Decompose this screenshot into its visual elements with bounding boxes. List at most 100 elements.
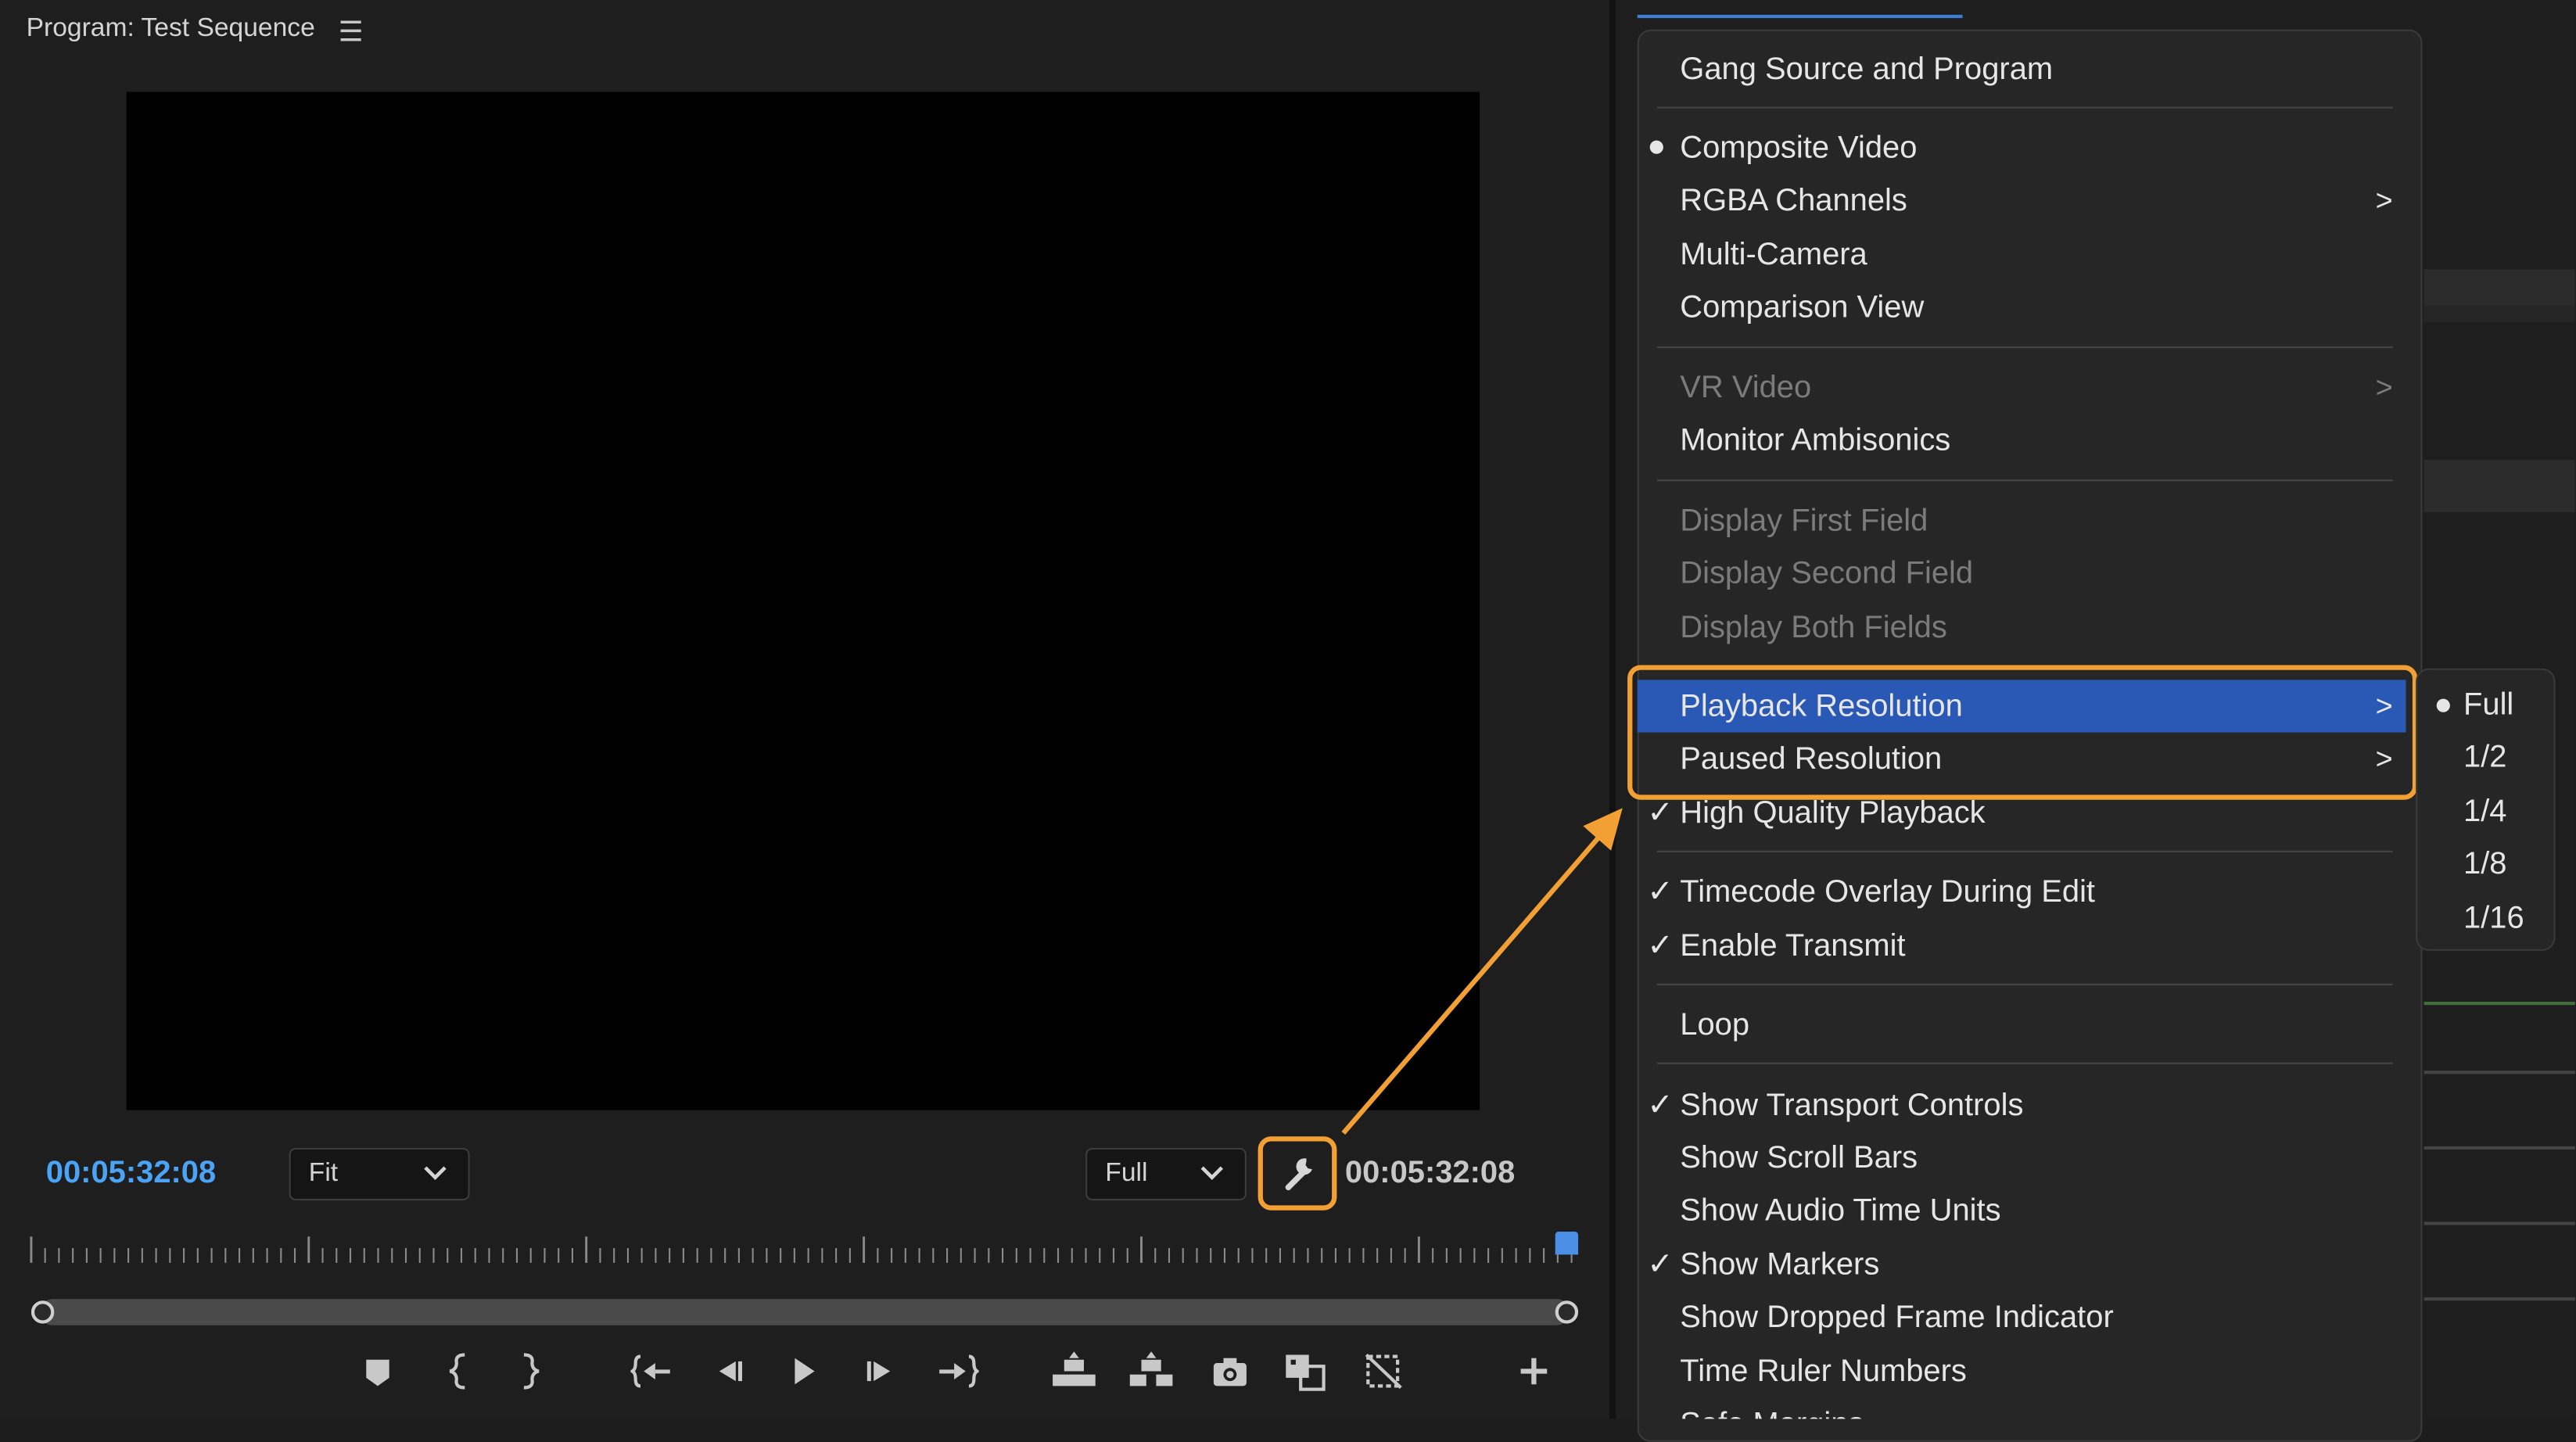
timeline-track-header — [2424, 269, 2575, 306]
menu-item-label: Multi-Camera — [1680, 238, 1867, 273]
duration-timecode: 00:05:32:08 — [1344, 1156, 1516, 1191]
menu-item-label: VR Video — [1680, 371, 1812, 406]
go-to-out-icon[interactable] — [930, 1350, 985, 1396]
scroll-bar-left-handle[interactable] — [30, 1300, 55, 1324]
menu-item-label: Time Ruler Numbers — [1680, 1354, 1967, 1390]
menu-item-label: Timecode Overlay During Edit — [1680, 875, 2096, 910]
menu-item-label: Loop — [1680, 1008, 1750, 1043]
submenu-item-half[interactable]: 1/2 — [2416, 733, 2556, 785]
menu-item-label: Display Both Fields — [1680, 611, 1947, 646]
menu-item-gang-source-and-program[interactable]: Gang Source and Program — [1638, 43, 2423, 95]
menu-item-enable-transmit[interactable]: ✓ Enable Transmit — [1638, 920, 2423, 972]
checkmark-icon: ✓ — [1647, 929, 1674, 964]
menu-item-label: Display Second Field — [1680, 556, 1974, 591]
menu-item-display-second-field: Display Second Field — [1638, 547, 2423, 599]
menu-separator — [1656, 346, 2393, 349]
timeline-track-line — [2424, 1221, 2575, 1225]
zoom-level-value: Fit — [308, 1159, 339, 1188]
timeline-track-line — [2424, 1071, 2575, 1074]
radio-bullet-icon: ● — [2434, 687, 2453, 723]
menu-item-label: RGBA Channels — [1680, 184, 1907, 219]
menu-item-rgba-channels[interactable]: RGBA Channels > — [1638, 174, 2423, 227]
checkmark-icon: ✓ — [1647, 1247, 1674, 1283]
resolution-items-highlight — [1627, 665, 2418, 800]
zoom-level-dropdown[interactable]: Fit — [289, 1147, 470, 1201]
menu-item-timecode-overlay[interactable]: ✓ Timecode Overlay During Edit — [1638, 866, 2423, 918]
submenu-item-sixteenth[interactable]: 1/16 — [2416, 893, 2556, 945]
menu-item-show-markers[interactable]: ✓ Show Markers — [1638, 1238, 2423, 1290]
checkmark-icon: ✓ — [1647, 1089, 1674, 1124]
mark-out-icon[interactable] — [501, 1350, 557, 1396]
step-forward-icon[interactable] — [852, 1350, 908, 1396]
playback-resolution-dropdown[interactable]: Full — [1085, 1147, 1247, 1201]
chevron-down-icon — [422, 1156, 449, 1195]
submenu-item-eighth[interactable]: 1/8 — [2416, 839, 2556, 891]
submenu-item-label: 1/2 — [2463, 741, 2507, 776]
chevron-right-icon: > — [2375, 371, 2393, 404]
active-tab-indicator — [1637, 14, 1963, 19]
menu-item-show-transport-controls[interactable]: ✓ Show Transport Controls — [1638, 1079, 2423, 1132]
chevron-down-icon — [1199, 1156, 1225, 1195]
menu-item-monitor-ambisonics[interactable]: Monitor Ambisonics — [1638, 414, 2423, 466]
go-to-in-icon[interactable] — [624, 1350, 680, 1396]
menu-item-label: High Quality Playback — [1680, 796, 1986, 831]
chevron-right-icon: > — [2375, 184, 2393, 217]
menu-item-label: Show Scroll Bars — [1680, 1141, 1918, 1176]
export-frame-icon[interactable] — [1202, 1350, 1258, 1396]
menu-item-label: Show Audio Time Units — [1680, 1193, 2001, 1229]
extract-icon[interactable] — [1123, 1350, 1179, 1396]
toggle-proxies-icon[interactable] — [1357, 1350, 1412, 1396]
menu-item-show-dropped-frame-indicator[interactable]: Show Dropped Frame Indicator — [1638, 1291, 2423, 1343]
menu-item-show-audio-time-units[interactable]: Show Audio Time Units — [1638, 1184, 2423, 1236]
playhead-timecode[interactable]: 00:05:32:08 — [46, 1156, 216, 1192]
submenu-item-label: 1/8 — [2463, 847, 2507, 882]
submenu-item-full[interactable]: ● Full — [2416, 680, 2556, 732]
menu-item-show-scroll-bars[interactable]: Show Scroll Bars — [1638, 1132, 2423, 1184]
menu-separator — [1656, 106, 2393, 109]
menu-item-display-first-field: Display First Field — [1638, 494, 2423, 547]
checkmark-icon: ✓ — [1647, 875, 1674, 910]
scroll-bar-right-handle[interactable] — [1555, 1300, 1579, 1324]
menu-item-loop[interactable]: Loop — [1638, 999, 2423, 1051]
lift-icon[interactable] — [1046, 1350, 1102, 1396]
playhead-marker[interactable] — [1555, 1231, 1579, 1255]
add-marker-icon[interactable] — [350, 1350, 405, 1396]
add-button-icon[interactable] — [1506, 1350, 1562, 1396]
menu-separator — [1656, 479, 2393, 482]
menu-item-label: Gang Source and Program — [1680, 52, 2054, 88]
menu-item-label: Show Transport Controls — [1680, 1089, 2024, 1124]
menu-item-multi-camera[interactable]: Multi-Camera — [1638, 228, 2423, 281]
menu-item-composite-video[interactable]: ● Composite Video — [1638, 121, 2423, 174]
submenu-item-label: Full — [2463, 687, 2514, 723]
zoom-scroll-bar[interactable] — [39, 1299, 1570, 1325]
timeline-track-header — [2424, 305, 2575, 322]
play-icon[interactable] — [775, 1350, 831, 1396]
mark-in-icon[interactable] — [432, 1350, 487, 1396]
menu-item-comparison-view[interactable]: Comparison View — [1638, 281, 2423, 333]
submenu-item-quarter[interactable]: 1/4 — [2416, 787, 2556, 839]
menu-item-label: Show Dropped Frame Indicator — [1680, 1300, 2114, 1336]
menu-separator — [1656, 983, 2393, 985]
timeline-track-header — [2424, 460, 2575, 513]
menu-separator — [1656, 1062, 2393, 1064]
panel-divider[interactable] — [1609, 0, 1616, 1419]
time-ruler[interactable] — [30, 1232, 1580, 1264]
menu-item-label: Comparison View — [1680, 290, 1925, 325]
video-preview — [126, 91, 1480, 1110]
timeline-track-line — [2424, 1146, 2575, 1150]
settings-button-highlight — [1258, 1136, 1337, 1211]
step-back-icon[interactable] — [701, 1350, 757, 1396]
menu-item-safe-margins[interactable]: Safe Margins — [1638, 1397, 2423, 1419]
panel-title[interactable]: Program: Test Sequence — [27, 15, 315, 45]
menu-item-label: Monitor Ambisonics — [1680, 423, 1951, 458]
timeline-track-line — [2424, 1002, 2575, 1006]
menu-item-display-both-fields: Display Both Fields — [1638, 601, 2423, 654]
comparison-view-icon[interactable] — [1278, 1350, 1333, 1396]
timeline-track-line — [2424, 1297, 2575, 1301]
submenu-item-label: 1/4 — [2463, 795, 2507, 830]
radio-bullet-icon: ● — [1647, 129, 1667, 164]
menu-item-label: Safe Margins — [1680, 1408, 1864, 1419]
menu-item-time-ruler-numbers[interactable]: Time Ruler Numbers — [1638, 1345, 2423, 1397]
checkmark-icon: ✓ — [1647, 796, 1674, 831]
hamburger-icon[interactable]: ☰ — [339, 16, 364, 49]
